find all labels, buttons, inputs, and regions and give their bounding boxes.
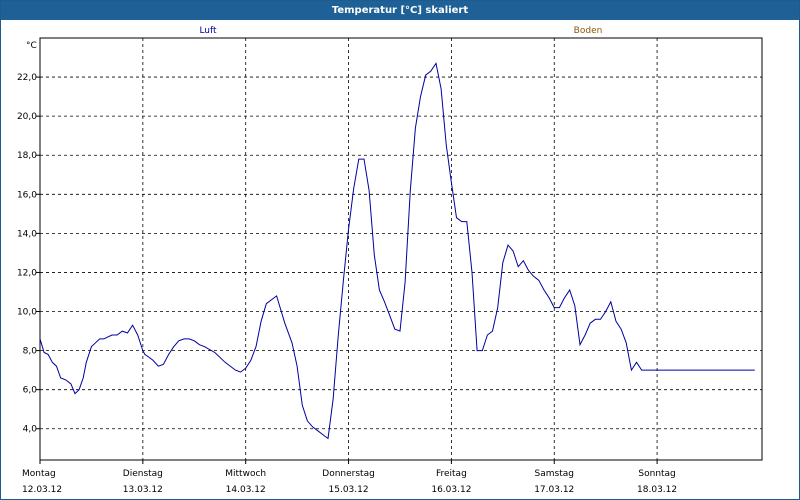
series-layer <box>39 62 755 440</box>
x-tick-day: Dienstag <box>123 469 163 479</box>
y-tick-label: 20,0 <box>17 112 37 122</box>
grid-layer <box>40 38 762 460</box>
y-tick-label: 4,0 <box>23 425 38 435</box>
y-tick-label: 10,0 <box>17 308 37 318</box>
x-tick-date: 13.03.12 <box>123 485 163 495</box>
x-axis-ticks: Montag 12.03.12 Dienstag 13.03.12 Mittwoch 14… <box>22 460 677 495</box>
y-axis-label: °C <box>26 41 37 51</box>
x-tick-date: 18.03.12 <box>637 485 677 495</box>
x-tick-day: Montag <box>22 469 56 479</box>
legend-luft: Luft <box>199 26 217 36</box>
y-tick-label: 18,0 <box>17 151 37 161</box>
y-tick-label: 12,0 <box>17 268 37 278</box>
y-tick-label: 22,0 <box>17 73 37 83</box>
x-tick-date: 15.03.12 <box>329 485 369 495</box>
series-line-luft <box>39 62 755 440</box>
legend-boden: Boden <box>574 26 603 36</box>
y-tick-label: 14,0 <box>17 229 37 239</box>
temperature-chart: °C 4,0 6,0 8,0 10,0 12,0 14,0 16,0 18,0 20,0 22,0… <box>17 26 763 495</box>
x-tick-date: 12.03.12 <box>22 485 62 495</box>
y-tick-label: 8,0 <box>23 347 38 357</box>
x-tick-day: Freitag <box>436 469 467 479</box>
x-tick-date: 14.03.12 <box>226 485 266 495</box>
x-tick-date: 16.03.12 <box>431 485 471 495</box>
x-tick-day: Donnerstag <box>322 469 375 479</box>
y-axis-ticks: 4,0 6,0 8,0 10,0 12,0 14,0 16,0 18,0 20,0 22,0 <box>17 73 40 435</box>
x-tick-day: Sonntag <box>638 469 675 479</box>
y-tick-label: 16,0 <box>17 190 37 200</box>
x-tick-date: 17.03.12 <box>534 485 574 495</box>
plot-frame <box>39 37 763 461</box>
x-tick-day: Samstag <box>535 469 574 479</box>
x-tick-day: Mittwoch <box>225 469 266 479</box>
y-tick-label: 6,0 <box>23 386 38 396</box>
